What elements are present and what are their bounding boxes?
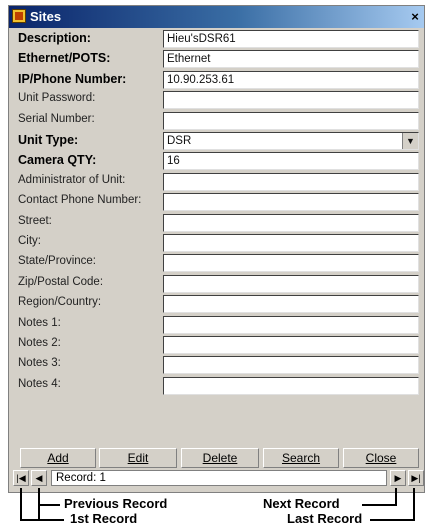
form-row: Region/Country: (9, 295, 424, 314)
field-input[interactable] (163, 172, 419, 191)
field-value: DSR (167, 135, 192, 147)
field-label: State/Province: (18, 255, 96, 268)
next-record-button[interactable]: ▶ (390, 470, 406, 486)
form-row: Notes 2: (9, 336, 424, 355)
form-row: Description: Hieu'sDSR61 (9, 30, 424, 49)
field-input[interactable]: Ethernet (163, 50, 419, 69)
field-input[interactable] (163, 193, 419, 212)
form-row: Street: (9, 213, 424, 233)
close-button[interactable]: Close (343, 448, 419, 468)
field-label: Unit Password: (18, 92, 96, 105)
field-label: Region/Country: (18, 296, 102, 309)
record-indicator: Record: 1 (51, 470, 387, 486)
field-input[interactable] (163, 213, 419, 232)
field-input[interactable] (163, 376, 419, 395)
field-label: Contact Phone Number: (18, 194, 142, 207)
field-input[interactable] (163, 315, 419, 334)
form-row: City: (9, 234, 424, 253)
field-input[interactable] (163, 295, 419, 314)
form-row: Unit Type: DSR ▼ (9, 132, 424, 151)
field-label: Notes 3: (18, 357, 61, 370)
field-label: Zip/Postal Code: (18, 275, 104, 288)
edit-button[interactable]: Edit (99, 448, 177, 468)
field-input[interactable] (163, 111, 419, 130)
next-record-leader (362, 504, 396, 506)
form-row: Ethernet/POTS: Ethernet (9, 50, 424, 69)
field-label: IP/Phone Number: (18, 71, 127, 86)
last-record-button[interactable]: ▶| (408, 470, 424, 486)
form-row: Serial Number: (9, 111, 424, 131)
field-input[interactable] (163, 274, 419, 293)
field-label: Serial Number: (18, 112, 95, 125)
window-title: Sites (30, 9, 62, 24)
field-label: Notes 4: (18, 377, 61, 390)
form-row: Notes 4: (9, 376, 424, 396)
form-row: IP/Phone Number: 10.90.253.61 (9, 70, 424, 90)
button-bar: Add Edit Delete Search Close (15, 448, 421, 468)
unit-type-select[interactable]: DSR ▼ (163, 132, 419, 150)
form-row: State/Province: (9, 254, 424, 273)
field-value: Hieu'sDSR61 (167, 33, 236, 45)
form-row: Camera QTY: 16 (9, 152, 424, 171)
field-input[interactable]: Hieu'sDSR61 (163, 30, 419, 48)
search-button[interactable]: Search (263, 448, 339, 468)
form-row: Contact Phone Number: (9, 193, 424, 212)
last-record-leader (370, 519, 414, 521)
next-record-pointer (395, 488, 397, 506)
field-label: Description: (18, 31, 91, 45)
next-record-callout: Next Record (263, 496, 340, 511)
form-row: Notes 3: (9, 356, 424, 375)
field-input[interactable] (163, 254, 419, 273)
form-row: Notes 1: (9, 315, 424, 335)
last-record-pointer (413, 488, 415, 521)
field-input[interactable] (163, 91, 419, 110)
field-label: Ethernet/POTS: (18, 51, 111, 66)
field-value: Ethernet (167, 53, 211, 66)
app-icon (12, 9, 26, 23)
field-input[interactable] (163, 356, 419, 375)
field-input[interactable] (163, 336, 419, 354)
field-label: City: (18, 235, 41, 247)
last-record-callout: Last Record (287, 511, 363, 526)
field-label: Notes 1: (18, 316, 61, 329)
field-value: 16 (167, 155, 180, 168)
first-record-button[interactable]: |◀ (13, 470, 29, 486)
field-input[interactable] (163, 234, 419, 252)
form-row: Zip/Postal Code: (9, 274, 424, 294)
chevron-down-icon[interactable]: ▼ (402, 133, 418, 149)
first-record-pointer (20, 488, 22, 520)
field-label: Street: (18, 214, 52, 227)
form-row: Unit Password: (9, 91, 424, 110)
field-label: Administrator of Unit: (18, 173, 126, 186)
field-input[interactable]: 10.90.253.61 (163, 70, 419, 89)
field-label: Camera QTY: (18, 153, 97, 168)
record-navigator: |◀ ◀ Record: 1 ▶ ▶| (9, 469, 424, 488)
first-record-leader (20, 519, 64, 521)
delete-button[interactable]: Delete (181, 448, 259, 468)
sites-window: Sites × Description: Hieu'sDSR61 Ethernet/… (8, 5, 425, 493)
previous-record-callout: Previous Record (64, 496, 168, 511)
field-input[interactable]: 16 (163, 152, 419, 171)
field-label: Notes 2: (18, 337, 61, 349)
field-value: 10.90.253.61 (167, 73, 235, 86)
previous-record-leader (38, 504, 60, 506)
title-bar: Sites × (9, 6, 424, 28)
field-label: Unit Type: (18, 133, 79, 147)
first-record-callout: 1st Record (70, 511, 138, 526)
close-icon[interactable]: × (406, 8, 424, 25)
add-button[interactable]: Add (20, 448, 96, 468)
form-row: Administrator of Unit: (9, 172, 424, 192)
previous-record-button[interactable]: ◀ (31, 470, 47, 486)
